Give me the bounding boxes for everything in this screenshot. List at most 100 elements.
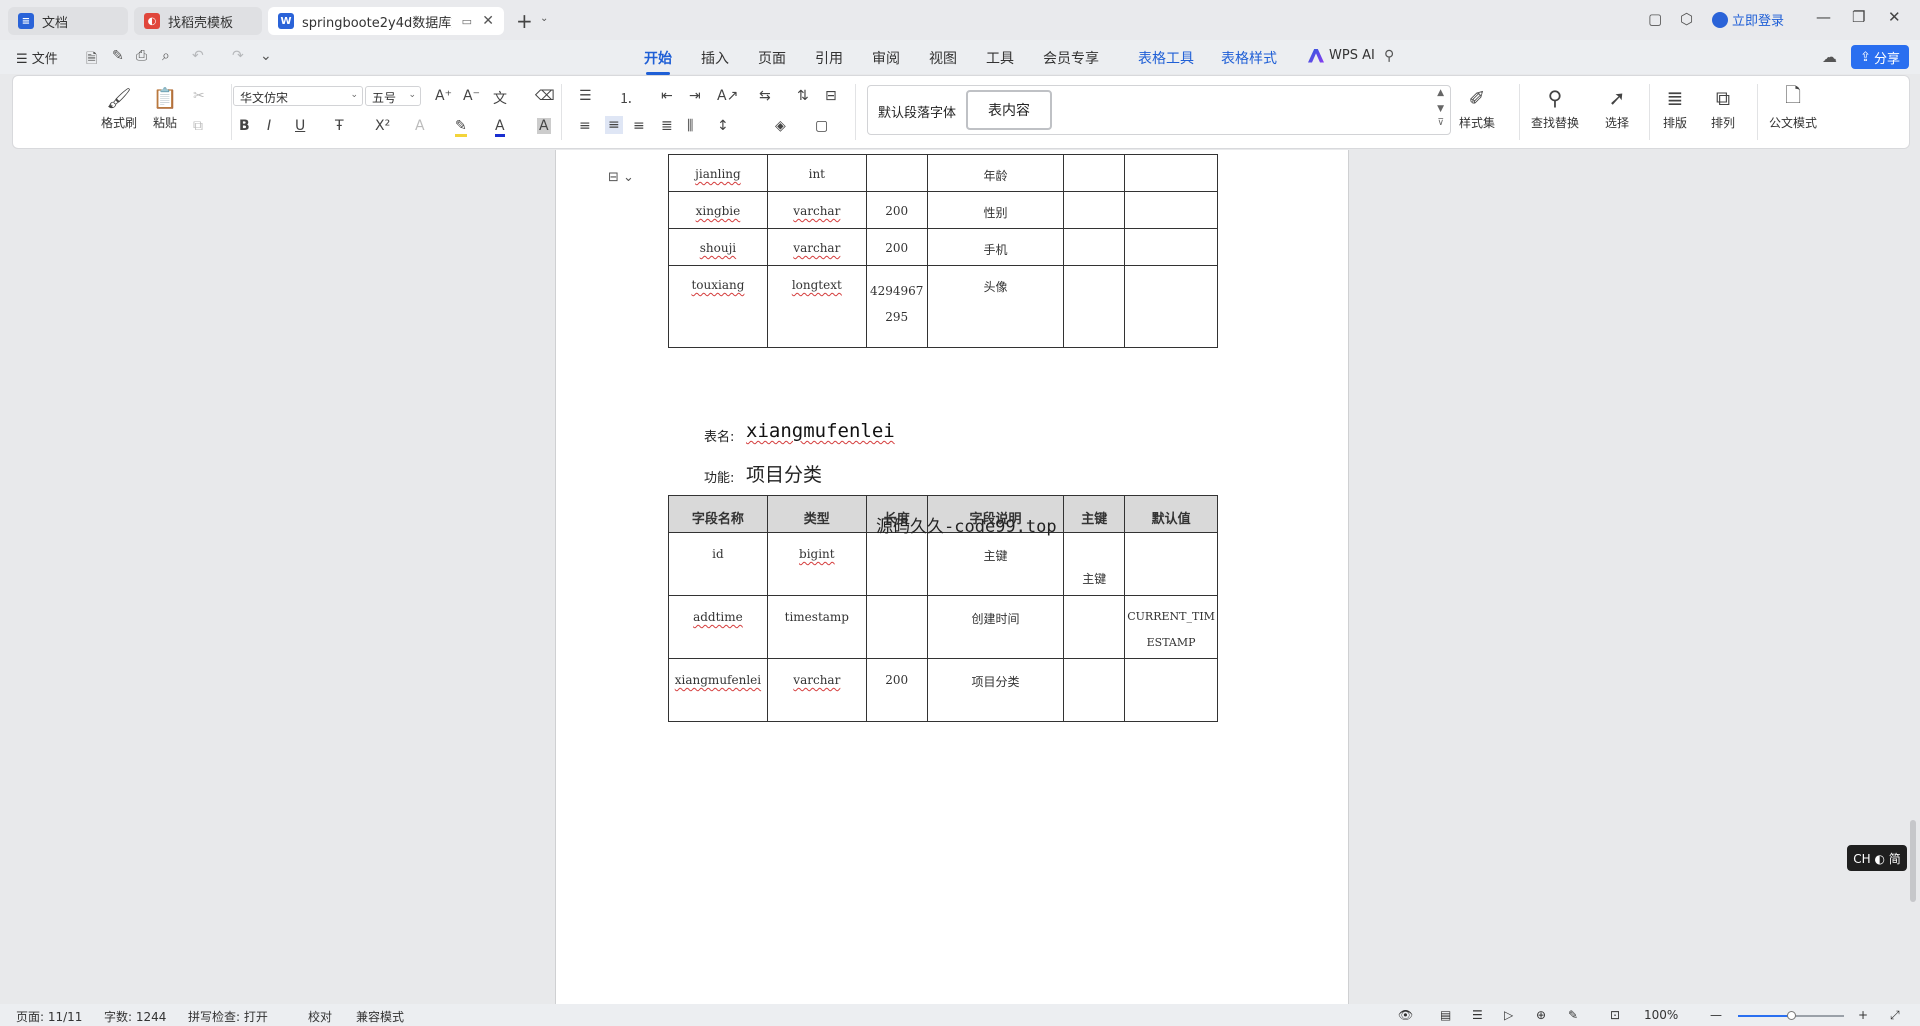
layout-button[interactable]: ≣ 排版 bbox=[1661, 84, 1689, 131]
table-handle-icon[interactable]: ⊟ ⌄ bbox=[608, 170, 634, 185]
zoom-out-icon[interactable]: — bbox=[1710, 1008, 1722, 1022]
table-cell[interactable]: 项目分类 bbox=[926, 658, 1065, 722]
table-cell[interactable]: shouji bbox=[668, 228, 768, 266]
page-view-icon[interactable]: ▤ bbox=[1440, 1008, 1451, 1022]
cut-icon[interactable]: ✂ bbox=[193, 88, 205, 104]
fit-page-icon[interactable]: ⊡ bbox=[1610, 1008, 1620, 1022]
table-cell[interactable] bbox=[1124, 228, 1218, 266]
table-cell[interactable]: int bbox=[766, 154, 867, 192]
column-header[interactable]: 主键 bbox=[1063, 495, 1126, 533]
share-button[interactable]: ⇪ 分享 bbox=[1851, 45, 1909, 69]
style-default[interactable]: 默认段落字体 bbox=[878, 102, 956, 121]
tab-reference[interactable]: 引用 bbox=[815, 48, 843, 68]
column-header[interactable]: 默认值 bbox=[1124, 495, 1218, 533]
pen-icon[interactable]: ✎ bbox=[112, 48, 124, 64]
select-button[interactable]: ➚ 选择 bbox=[1603, 84, 1631, 131]
tab-view[interactable]: 视图 bbox=[929, 48, 957, 68]
table-cell[interactable]: bigint bbox=[766, 532, 867, 596]
word-count[interactable]: 字数: 1244 bbox=[104, 1008, 166, 1025]
web-view-icon[interactable]: ⊕ bbox=[1536, 1008, 1546, 1022]
font-size-combo[interactable]: 五号 ⌄ bbox=[365, 86, 421, 106]
print-icon[interactable]: ⎙ bbox=[136, 48, 147, 64]
table-cell[interactable]: timestamp bbox=[766, 595, 867, 659]
table-cell[interactable]: id bbox=[668, 532, 768, 596]
align-left-icon[interactable]: ≡ bbox=[579, 118, 591, 134]
tab-docs[interactable]: ≡ 文档 bbox=[8, 7, 128, 35]
table-cell[interactable]: 4294967295 bbox=[865, 265, 928, 348]
zoom-slider-knob[interactable] bbox=[1787, 1011, 1796, 1020]
zoom-slider[interactable] bbox=[1738, 1011, 1844, 1020]
bold-icon[interactable]: B bbox=[239, 118, 250, 134]
column-header[interactable]: 类型 bbox=[766, 495, 867, 533]
document-page[interactable]: jianling int 年龄 xingbie varchar 200 性别 s… bbox=[555, 150, 1349, 1026]
numbered-list-icon[interactable]: ⒈ bbox=[619, 88, 633, 108]
arrange-button[interactable]: ⧉ 排列 bbox=[1709, 84, 1737, 131]
play-icon[interactable]: ▷ bbox=[1504, 1008, 1513, 1022]
phonetic-icon[interactable]: 文 bbox=[493, 88, 507, 108]
proofread[interactable]: 校对 bbox=[308, 1008, 332, 1025]
table-cell[interactable]: varchar bbox=[766, 191, 867, 229]
table-cell[interactable]: touxiang bbox=[668, 265, 768, 348]
table-cell[interactable]: 200 bbox=[865, 228, 928, 266]
save-icon[interactable]: 🗎 bbox=[86, 48, 97, 72]
table-cell[interactable] bbox=[865, 595, 928, 659]
table-cell[interactable]: 200 bbox=[865, 658, 928, 722]
tab-start[interactable]: 开始 bbox=[644, 48, 672, 75]
restore-icon[interactable]: ❐ bbox=[1852, 8, 1865, 26]
align-center-icon[interactable]: ≡ bbox=[605, 116, 623, 134]
outline-view-icon[interactable]: ☰ bbox=[1472, 1008, 1483, 1022]
table-cell[interactable] bbox=[1063, 154, 1126, 192]
sort-icon[interactable]: ⇅ bbox=[797, 88, 809, 104]
grow-font-icon[interactable]: A⁺ bbox=[435, 88, 452, 104]
strikethrough-icon[interactable]: Ŧ bbox=[335, 118, 344, 134]
underline-icon[interactable]: U bbox=[295, 118, 305, 134]
wps-ai-button[interactable]: WPS AI bbox=[1308, 48, 1375, 63]
clear-format-icon[interactable]: ⌫ bbox=[535, 88, 555, 104]
tab-tools[interactable]: 工具 bbox=[986, 48, 1014, 68]
table-cell[interactable]: 手机 bbox=[926, 228, 1065, 266]
font-name-combo[interactable]: 华文仿宋 ⌄ bbox=[233, 86, 363, 106]
table-cell[interactable]: xiangmufenlei bbox=[668, 658, 768, 722]
paste-button[interactable]: 📋 粘贴 bbox=[151, 84, 179, 131]
fullscreen-icon[interactable]: ⤢ bbox=[1890, 1008, 1900, 1023]
tab-document[interactable]: W springboote2y4d数据库文档 ▭ ✕ bbox=[268, 7, 504, 35]
table-cell[interactable]: 主键 bbox=[1063, 532, 1126, 596]
highlight-icon[interactable]: ✎ bbox=[455, 118, 467, 137]
ime-indicator[interactable]: CH ◐ 简 bbox=[1847, 845, 1907, 871]
superscript-icon[interactable]: X² bbox=[375, 118, 390, 134]
distributed-icon[interactable]: ⫼ bbox=[687, 118, 693, 134]
table-cell[interactable]: xingbie bbox=[668, 191, 768, 229]
redo-icon[interactable]: ↷ bbox=[232, 48, 244, 64]
table-cell[interactable]: jianling bbox=[668, 154, 768, 192]
table-cell[interactable] bbox=[1124, 265, 1218, 348]
table-cell[interactable]: varchar bbox=[766, 228, 867, 266]
table-cell[interactable] bbox=[1063, 658, 1126, 722]
line-spacing-icon[interactable]: ↕ bbox=[717, 118, 729, 134]
cloud-upload-icon[interactable]: ☁ bbox=[1822, 48, 1837, 66]
chevron-down-icon[interactable]: ⌄ bbox=[540, 13, 548, 24]
table-cell[interactable] bbox=[1124, 191, 1218, 229]
format-painter-button[interactable]: 🖌 格式刷 bbox=[101, 84, 137, 131]
table-cell[interactable] bbox=[1063, 265, 1126, 348]
search-icon[interactable]: ⚲ bbox=[1384, 48, 1394, 64]
table-cell[interactable] bbox=[1124, 532, 1218, 596]
style-set-button[interactable]: ✐ 样式集 bbox=[1459, 84, 1495, 131]
undo-icon[interactable]: ↶ bbox=[192, 48, 204, 64]
tab-table-tools[interactable]: 表格工具 bbox=[1138, 48, 1194, 68]
outdent-icon[interactable]: ⇤ bbox=[661, 88, 673, 104]
eye-icon[interactable]: 👁 bbox=[1398, 1008, 1413, 1022]
new-tab-icon[interactable]: + bbox=[516, 9, 533, 33]
tab-page[interactable]: 页面 bbox=[758, 48, 786, 68]
minimize-icon[interactable]: — bbox=[1816, 8, 1831, 26]
convert-icon[interactable]: ⇆ bbox=[759, 88, 771, 104]
tab-member[interactable]: 会员专享 bbox=[1043, 48, 1099, 68]
tab-stop-icon[interactable]: ⊟ bbox=[825, 88, 837, 104]
scroll-thumb[interactable] bbox=[1910, 820, 1916, 902]
table-cell[interactable]: 主键 bbox=[926, 532, 1065, 596]
border-icon[interactable]: ▢ bbox=[815, 118, 828, 134]
tab-table-style[interactable]: 表格样式 bbox=[1221, 48, 1277, 68]
table-cell[interactable] bbox=[865, 532, 928, 596]
bullet-list-icon[interactable]: ☰ bbox=[579, 88, 592, 104]
print-preview-icon[interactable]: ⌕ bbox=[162, 48, 170, 64]
monitor-icon[interactable]: ▭ bbox=[462, 15, 472, 28]
